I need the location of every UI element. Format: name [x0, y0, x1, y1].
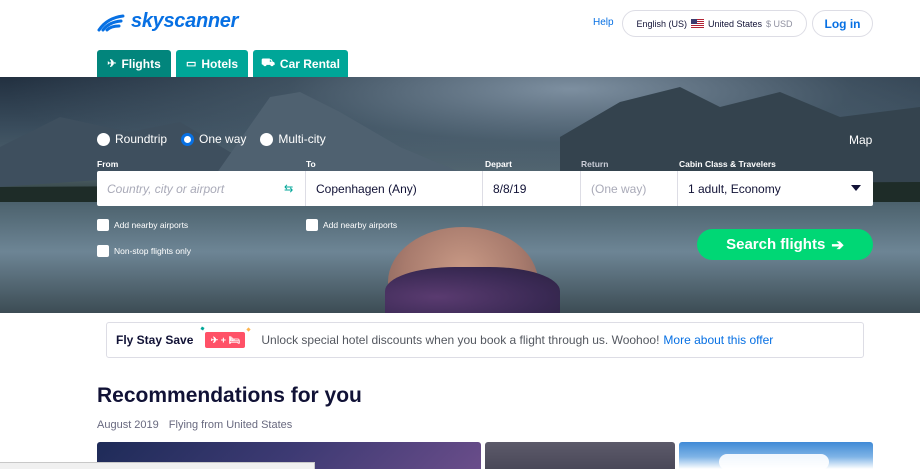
recommendations-month: August 2019	[97, 419, 159, 431]
dress-image	[385, 267, 560, 313]
chevron-down-icon	[851, 185, 861, 191]
us-flag-icon	[690, 19, 704, 28]
recommendations-subtitle: August 2019 Flying from United States	[97, 419, 292, 431]
radio-roundtrip-circle	[97, 132, 110, 146]
recommendations-title: Recommendations for you	[97, 384, 362, 407]
return-input[interactable]: (One way)	[581, 171, 678, 206]
skyscanner-logo-icon	[97, 14, 125, 31]
cloud-image	[719, 454, 829, 469]
nearby-airports-from-checkbox[interactable]: Add nearby airports	[97, 219, 188, 231]
cabin-travelers-value: 1 adult, Economy	[688, 181, 781, 196]
from-input[interactable]: Country, city or airport	[97, 171, 306, 206]
search-flights-label: Search flights	[726, 236, 826, 253]
tab-flights[interactable]: ✈ Flights	[97, 50, 171, 77]
logo-text: skyscanner	[131, 10, 239, 32]
radio-multi-city-label: Multi-city	[278, 132, 326, 146]
non-stop-label: Non-stop flights only	[114, 246, 192, 256]
radio-roundtrip[interactable]: Roundtrip	[97, 132, 167, 146]
car-icon: ⛟	[261, 56, 275, 69]
nearby-airports-to-label: Add nearby airports	[323, 220, 398, 230]
to-label: To	[306, 159, 316, 169]
depart-input[interactable]: 8/8/19	[483, 171, 581, 206]
radio-one-way-circle	[181, 132, 195, 146]
cabin-travelers-select[interactable]: 1 adult, Economy	[678, 171, 873, 206]
help-link[interactable]: Help	[593, 17, 614, 28]
swap-icon[interactable]: ⇆	[284, 182, 293, 195]
radio-one-way[interactable]: One way	[181, 132, 246, 146]
tab-car-rental[interactable]: ⛟ Car Rental	[253, 50, 348, 77]
arrow-right-icon: ➔	[831, 236, 844, 254]
checkbox-box	[97, 245, 109, 257]
non-stop-checkbox[interactable]: Non-stop flights only	[97, 245, 191, 257]
recommendation-card[interactable]	[679, 442, 873, 469]
promo-more-link[interactable]: More about this offer	[663, 333, 773, 347]
locale-selector[interactable]: English (US) United States $ USD	[622, 10, 807, 37]
radio-multi-city[interactable]: Multi-city	[260, 132, 326, 146]
trip-type-selector: Roundtrip One way Multi-city	[97, 132, 326, 146]
promo-description: Unlock special hotel discounts when you …	[261, 333, 660, 347]
flight-hotel-badge-icon: ✈ + 🛏	[205, 332, 246, 348]
hero-search-panel: Roundtrip One way Multi-city Map From To…	[0, 77, 920, 313]
nearby-airports-from-label: Add nearby airports	[114, 220, 189, 230]
recommendations-origin: Flying from United States	[168, 419, 293, 431]
skyscanner-logo[interactable]: skyscanner	[97, 10, 238, 33]
from-label: From	[97, 159, 119, 169]
plane-icon: ✈	[107, 58, 117, 70]
locale-language: English (US)	[636, 18, 687, 29]
tab-car-rental-label: Car Rental	[279, 56, 340, 71]
bed-icon: ▭	[185, 58, 197, 70]
locale-currency: $ USD	[766, 18, 793, 29]
promo-title: Fly Stay Save	[116, 333, 194, 347]
locale-country: United States	[707, 18, 763, 29]
map-link[interactable]: Map	[849, 133, 872, 147]
checkbox-box	[306, 219, 318, 231]
fly-stay-save-banner: Fly Stay Save ✈ + 🛏 Unlock special hotel…	[106, 322, 864, 358]
checkbox-box	[97, 219, 109, 231]
browser-status-bar	[0, 462, 315, 469]
return-label: Return	[581, 159, 609, 169]
radio-one-way-label: One way	[199, 132, 247, 146]
nearby-airports-to-checkbox[interactable]: Add nearby airports	[306, 219, 397, 231]
cabin-label: Cabin Class & Travelers	[679, 159, 776, 169]
tab-hotels[interactable]: ▭ Hotels	[176, 50, 248, 77]
login-button[interactable]: Log in	[812, 10, 873, 37]
tab-flights-label: Flights	[121, 56, 161, 71]
radio-roundtrip-label: Roundtrip	[115, 132, 168, 146]
radio-multi-city-circle	[260, 132, 274, 146]
search-flights-button[interactable]: Search flights ➔	[697, 229, 873, 260]
to-input[interactable]: Copenhagen (Any)	[306, 171, 483, 206]
search-bar: Country, city or airport ⇆ Copenhagen (A…	[97, 171, 873, 206]
depart-label: Depart	[485, 159, 512, 169]
recommendation-card[interactable]	[485, 442, 675, 469]
tab-hotels-label: Hotels	[201, 56, 239, 71]
